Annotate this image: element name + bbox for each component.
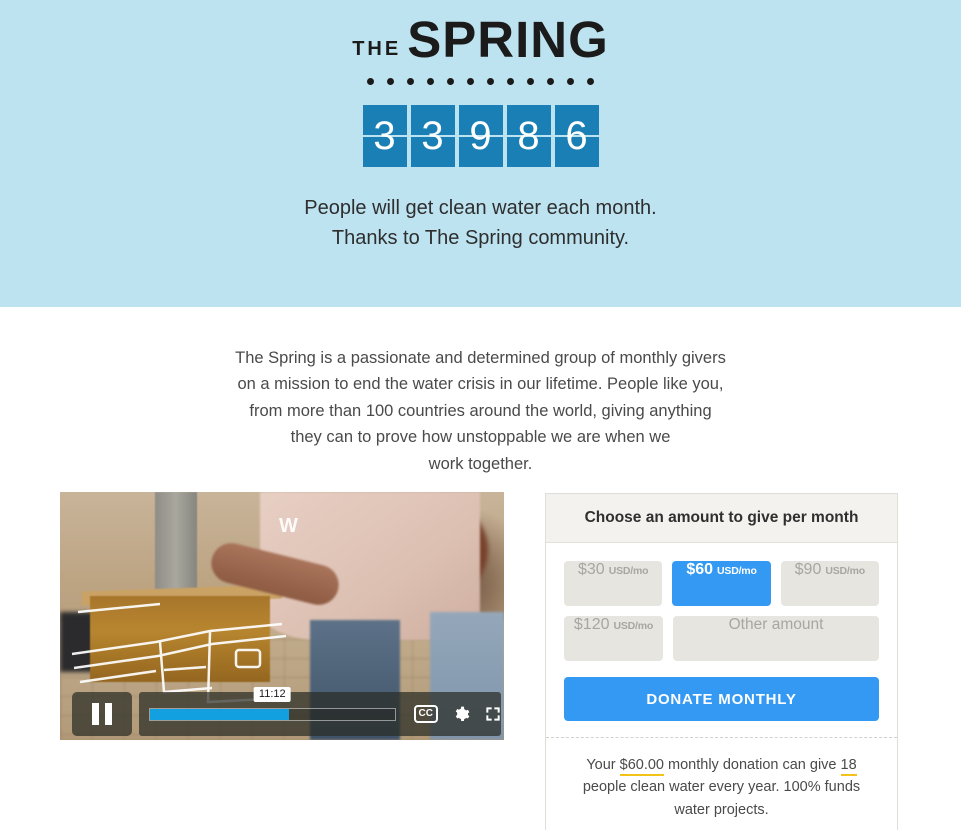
video-controls-bar: 11:12 CC: [60, 686, 504, 740]
intro-line-4: they can to prove how unstoppable we are…: [290, 428, 671, 447]
impact-people-count: 18: [840, 757, 857, 776]
donation-panel: Choose an amount to give per month $30 U…: [545, 493, 898, 830]
video-progress-bar[interactable]: 11:12: [149, 686, 396, 721]
video-watermark: W: [279, 515, 298, 537]
logo-dot: [486, 78, 494, 85]
amount-option-120[interactable]: $120 USD/mo: [564, 616, 664, 661]
counter-digit-value: 3: [421, 114, 444, 158]
intro-paragraph: The Spring is a passionate and determine…: [0, 345, 961, 477]
video-progress-fill: [150, 708, 290, 720]
logo-the-text: THE: [352, 38, 402, 60]
logo-dot: [566, 78, 574, 85]
amount-row-1: $30 USD/mo $60 USD/mo $90 USD/mo: [564, 561, 879, 606]
hero-tagline-line-2: Thanks to The Spring community.: [331, 227, 630, 249]
donate-monthly-button[interactable]: DONATE MONTHLY: [564, 677, 879, 721]
amount-option-60[interactable]: $60 USD/mo: [672, 561, 771, 606]
page-root: THE SPRING 33986 People will get clean w…: [0, 0, 961, 830]
counter-digit: 3: [362, 105, 407, 167]
donation-options: $30 USD/mo $60 USD/mo $90 USD/mo $120 US…: [546, 543, 897, 737]
amount-option-90-value: $90: [794, 561, 822, 578]
site-logo[interactable]: THE SPRING: [352, 14, 609, 85]
logo-dot: [406, 78, 414, 85]
amount-option-60-unit: USD/mo: [717, 565, 757, 577]
video-scrubber-row: 11:12 CC: [139, 686, 501, 736]
intro-line-1: The Spring is a passionate and determine…: [235, 349, 726, 367]
logo-dot: [446, 78, 454, 85]
logo-wordmark: THE SPRING: [352, 14, 609, 65]
amount-row-2: $120 USD/mo Other amount: [564, 616, 879, 661]
logo-dot: [466, 78, 474, 85]
amount-option-90-unit: USD/mo: [825, 565, 865, 577]
impact-middle: monthly donation can give: [664, 757, 841, 773]
logo-dot: [366, 78, 374, 85]
hero-tagline-line-1: People will get clean water each month.: [304, 197, 657, 219]
intro-line-5: work together.: [428, 454, 533, 473]
other-amount-button[interactable]: Other amount: [673, 616, 879, 661]
counter-digit: 3: [410, 105, 455, 167]
impact-prefix: Your: [586, 757, 620, 773]
counter-digit-value: 9: [469, 114, 492, 158]
impact-suffix: people clean water every year. 100% fund…: [582, 779, 861, 818]
donation-impact-text: Your $60.00 monthly donation can give 18…: [546, 737, 897, 830]
amount-option-90[interactable]: $90 USD/mo: [780, 561, 879, 606]
intro-line-3: from more than 100 countries around the …: [249, 401, 712, 420]
logo-dots-decoration: [366, 78, 594, 85]
amount-option-120-value: $120: [573, 616, 610, 633]
counter-digit: 6: [554, 105, 599, 167]
video-icon-group: CC: [413, 705, 501, 723]
logo-dot: [546, 78, 554, 85]
amount-option-120-unit: USD/mo: [613, 620, 654, 632]
amount-option-30-unit: USD/mo: [608, 565, 649, 577]
amount-option-30-value: $30: [577, 561, 605, 578]
amount-option-60-value: $60: [686, 561, 714, 578]
video-time-tooltip: 11:12: [253, 686, 291, 702]
donation-panel-title: Choose an amount to give per month: [546, 494, 897, 543]
counter-digit-value: 3: [373, 114, 396, 158]
impact-amount: $60.00: [619, 757, 664, 776]
video-pump-box: [90, 596, 270, 682]
closed-captions-icon[interactable]: CC: [413, 705, 438, 723]
logo-dot: [386, 78, 394, 85]
logo-dot: [506, 78, 514, 85]
hero-tagline: People will get clean water each month. …: [304, 193, 656, 253]
logo-spring-text: SPRING: [407, 11, 609, 68]
settings-gear-icon[interactable]: [453, 706, 470, 723]
amount-option-30[interactable]: $30 USD/mo: [564, 561, 663, 606]
pause-icon-bar-left: [92, 703, 99, 725]
people-counter: 33986: [362, 105, 599, 167]
logo-dot: [526, 78, 534, 85]
intro-line-2: on a mission to end the water crisis in …: [237, 375, 724, 394]
video-player[interactable]: W 11:12 CC: [60, 492, 504, 740]
counter-digit: 8: [506, 105, 551, 167]
logo-dot: [426, 78, 434, 85]
counter-digit: 9: [458, 105, 503, 167]
counter-digit-value: 8: [517, 114, 540, 158]
pause-button[interactable]: [72, 692, 132, 736]
logo-dot: [586, 78, 594, 85]
fullscreen-icon[interactable]: [485, 706, 501, 722]
hero-section: THE SPRING 33986 People will get clean w…: [0, 0, 961, 307]
counter-digit-value: 6: [565, 114, 588, 158]
pause-icon-bar-right: [105, 703, 112, 725]
